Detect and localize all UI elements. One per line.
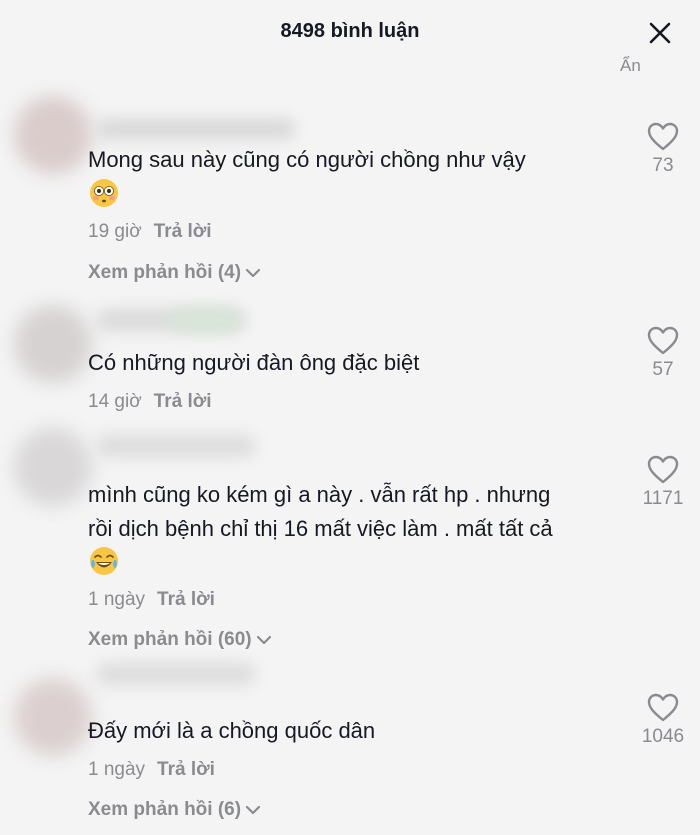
username-blurred[interactable] xyxy=(96,434,256,458)
view-replies-label: Xem phản hồi (4) xyxy=(88,262,242,283)
tears-of-joy-emoji xyxy=(90,547,118,575)
view-replies-button[interactable]: Xem phản hồi (4) xyxy=(88,262,261,284)
like-count: 73 xyxy=(652,155,674,176)
like-count: 1046 xyxy=(641,726,685,747)
view-replies-label: Xem phản hồi (60) xyxy=(88,629,252,650)
like-count: 1171 xyxy=(642,488,684,509)
comment-text: rồi dịch bệnh chỉ thị 16 mất việc làm . … xyxy=(88,516,553,541)
reply-button[interactable]: Trả lời xyxy=(154,391,212,412)
comment-count-title: 8498 bình luận xyxy=(280,20,420,42)
chevron-down-icon xyxy=(245,805,261,815)
comment-meta: 19 giờ Trả lời xyxy=(88,221,212,243)
reply-button[interactable]: Trả lời xyxy=(154,221,212,242)
comment-meta: 1 ngày Trả lời xyxy=(88,589,215,611)
comment-text: Có những người đàn ông đặc biệt xyxy=(88,350,420,375)
clipped-hide-label: Ẩn xyxy=(620,56,641,75)
heart-icon xyxy=(647,455,679,484)
like-button[interactable]: 57 xyxy=(633,326,693,381)
chevron-down-icon xyxy=(256,635,271,645)
flushed-face-emoji xyxy=(90,179,118,207)
view-replies-button[interactable]: Xem phản hồi (6) xyxy=(88,799,261,821)
comment-time: 1 ngày xyxy=(88,759,146,780)
username-blurred[interactable] xyxy=(96,118,296,140)
like-button[interactable]: 73 xyxy=(633,122,693,177)
comment-text: Mong sau này cũng có người chồng như vậy xyxy=(88,147,526,172)
close-icon[interactable] xyxy=(649,22,671,44)
avatar[interactable] xyxy=(14,678,92,756)
heart-icon xyxy=(647,693,679,722)
username-blurred[interactable] xyxy=(96,662,256,686)
comment-time: 1 ngày xyxy=(88,589,146,610)
like-button[interactable]: 1171 xyxy=(633,455,693,510)
reply-button[interactable]: Trả lời xyxy=(157,589,215,610)
heart-icon xyxy=(647,326,679,355)
comment-text: Đấy mới là a chồng quốc dân xyxy=(88,718,376,743)
comment-meta: 1 ngày Trả lời xyxy=(88,759,215,781)
view-replies-label: Xem phản hồi (6) xyxy=(88,799,242,820)
like-button[interactable]: 1046 xyxy=(633,693,693,748)
view-replies-button[interactable]: Xem phản hồi (60) xyxy=(88,629,272,651)
comment-time: 19 giờ xyxy=(88,221,142,242)
comment-text: mình cũng ko kém gì a này . vẫn rất hp .… xyxy=(88,482,551,507)
avatar[interactable] xyxy=(14,305,92,383)
avatar[interactable] xyxy=(14,428,92,506)
comment-meta: 14 giờ Trả lời xyxy=(88,391,212,413)
comment-time: 14 giờ xyxy=(88,391,142,412)
comments-header: 8498 bình luận xyxy=(0,0,700,66)
reply-button[interactable]: Trả lời xyxy=(157,759,215,780)
chevron-down-icon xyxy=(245,268,261,278)
avatar[interactable] xyxy=(14,96,92,174)
username-blurred-tint xyxy=(170,309,240,331)
heart-icon xyxy=(647,122,679,151)
like-count: 57 xyxy=(652,359,674,380)
